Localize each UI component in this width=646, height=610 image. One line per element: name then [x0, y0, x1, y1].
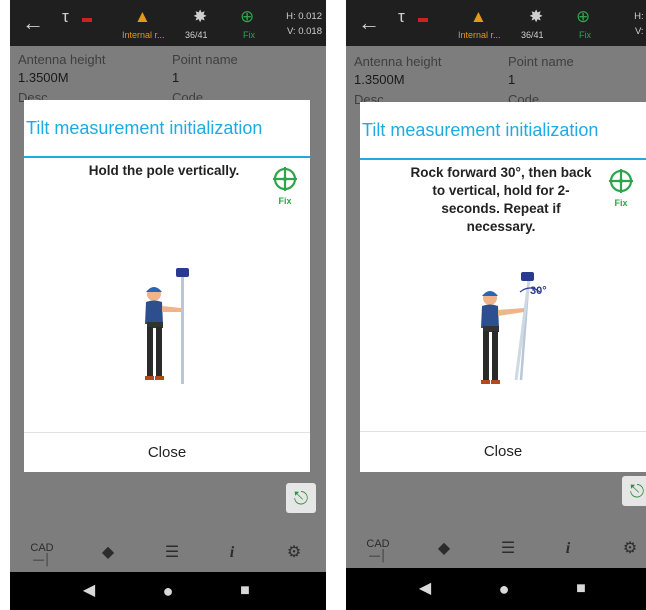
- fix-status-label: Fix: [243, 30, 255, 40]
- nav-back-icon[interactable]: ◀: [80, 582, 98, 600]
- fix-label: Fix: [278, 196, 292, 206]
- fix-indicator: Fix: [270, 166, 300, 206]
- bottom-toolbar: CAD —│ ◆ ☰ i ⚙: [346, 532, 646, 566]
- v-precision: V: 0.018: [634, 26, 646, 37]
- back-arrow-icon[interactable]: ←: [20, 10, 46, 36]
- stakeout-icon[interactable]: ⎋: [286, 483, 316, 513]
- point-name-value[interactable]: 1: [508, 72, 515, 87]
- bottom-toolbar: CAD —│ ◆ ☰ i ⚙: [10, 536, 326, 570]
- nav-recents-icon[interactable]: ■: [236, 582, 254, 600]
- battery-low-icon: [82, 18, 92, 22]
- rover-pole-icon[interactable]: τ: [398, 8, 405, 25]
- fix-label: Fix: [614, 198, 628, 208]
- point-name-label: Point name: [172, 52, 238, 67]
- satellite-icon[interactable]: ✸: [193, 8, 207, 25]
- dialog-title: Tilt measurement initialization: [360, 102, 646, 160]
- surveyor-vertical-pole-illustration: [145, 268, 189, 384]
- v-precision: V: 0.018: [286, 26, 322, 37]
- back-arrow-icon[interactable]: ←: [356, 10, 382, 36]
- status-bar: ← τ ▲ Internal r... ✸ 36/41 ⊕ Fix H: 0.0…: [346, 0, 646, 46]
- fix-status-icon[interactable]: ⊕: [576, 8, 590, 25]
- layers-icon[interactable]: ◆: [96, 542, 120, 564]
- antenna-height-value[interactable]: 1.3500M: [354, 72, 405, 87]
- precision-readout: H: 0.012 V: 0.018: [286, 9, 322, 39]
- satellite-count: 36/41: [185, 30, 208, 40]
- dialog-instruction: Rock forward 30°, then back to vertical,…: [410, 165, 592, 234]
- h-precision: H: 0.012: [634, 11, 646, 22]
- fix-status-icon[interactable]: ⊕: [240, 8, 254, 25]
- close-button[interactable]: Close: [24, 433, 310, 473]
- layers-icon[interactable]: ◆: [432, 538, 456, 560]
- nav-recents-icon[interactable]: ■: [572, 580, 590, 598]
- surveyor-tilted-pole-illustration: 30°: [481, 272, 547, 384]
- point-name-label: Point name: [508, 54, 574, 69]
- cad-label: CAD: [366, 538, 390, 550]
- satellite-icon[interactable]: ✸: [529, 8, 543, 25]
- cad-icon[interactable]: CAD —│: [366, 538, 390, 562]
- phone-screen-step-1: ← τ ▲ Internal r... ✸ 36/41 ⊕ Fix H: 0.0…: [10, 0, 326, 610]
- list-icon[interactable]: ☰: [496, 538, 520, 560]
- antenna-height-label: Antenna height: [354, 54, 442, 69]
- android-nav-bar: ◀ ● ■: [10, 572, 326, 610]
- stakeout-icon[interactable]: ⎋: [622, 476, 646, 506]
- h-precision: H: 0.012: [286, 11, 322, 22]
- android-nav-bar: ◀ ● ■: [346, 568, 646, 610]
- antenna-height-value[interactable]: 1.3500M: [18, 70, 69, 85]
- satellite-count: 36/41: [521, 30, 544, 40]
- datalink-label: Internal r...: [122, 30, 165, 40]
- close-button[interactable]: Close: [360, 432, 646, 472]
- datalink-label: Internal r...: [458, 30, 501, 40]
- list-icon[interactable]: ☰: [160, 542, 184, 564]
- status-bar: ← τ ▲ Internal r... ✸ 36/41 ⊕ Fix H: 0.0…: [10, 0, 326, 46]
- info-icon[interactable]: i: [220, 542, 244, 564]
- phone-screen-step-2: ← τ ▲ Internal r... ✸ 36/41 ⊕ Fix H: 0.0…: [346, 0, 646, 610]
- fix-status-label: Fix: [579, 30, 591, 40]
- rover-pole-icon[interactable]: τ: [62, 8, 69, 25]
- cad-label: CAD: [30, 542, 54, 554]
- nav-home-icon[interactable]: ●: [495, 580, 513, 598]
- fix-crosshair-icon: [273, 167, 297, 191]
- tilt-init-dialog: Tilt measurement initialization Hold the…: [24, 100, 310, 472]
- settings-gear-icon[interactable]: ⚙: [282, 542, 306, 564]
- settings-gear-icon[interactable]: ⚙: [618, 538, 642, 560]
- tilt-init-dialog: Tilt measurement initialization Rock for…: [360, 102, 646, 472]
- precision-readout: H: 0.012 V: 0.018: [634, 9, 646, 39]
- antenna-height-label: Antenna height: [18, 52, 106, 67]
- dialog-title: Tilt measurement initialization: [24, 100, 310, 158]
- fix-indicator: Fix: [606, 168, 636, 208]
- fix-crosshair-icon: [609, 169, 633, 193]
- info-icon[interactable]: i: [556, 538, 580, 560]
- tilt-angle-label: 30°: [530, 285, 547, 297]
- cad-icon[interactable]: CAD —│: [30, 542, 54, 566]
- dialog-instruction: Hold the pole vertically.: [88, 163, 240, 178]
- datalink-radio-icon[interactable]: ▲: [470, 8, 487, 25]
- point-name-value[interactable]: 1: [172, 70, 179, 85]
- nav-back-icon[interactable]: ◀: [416, 580, 434, 598]
- battery-low-icon: [418, 18, 428, 22]
- datalink-radio-icon[interactable]: ▲: [134, 8, 151, 25]
- nav-home-icon[interactable]: ●: [159, 582, 177, 600]
